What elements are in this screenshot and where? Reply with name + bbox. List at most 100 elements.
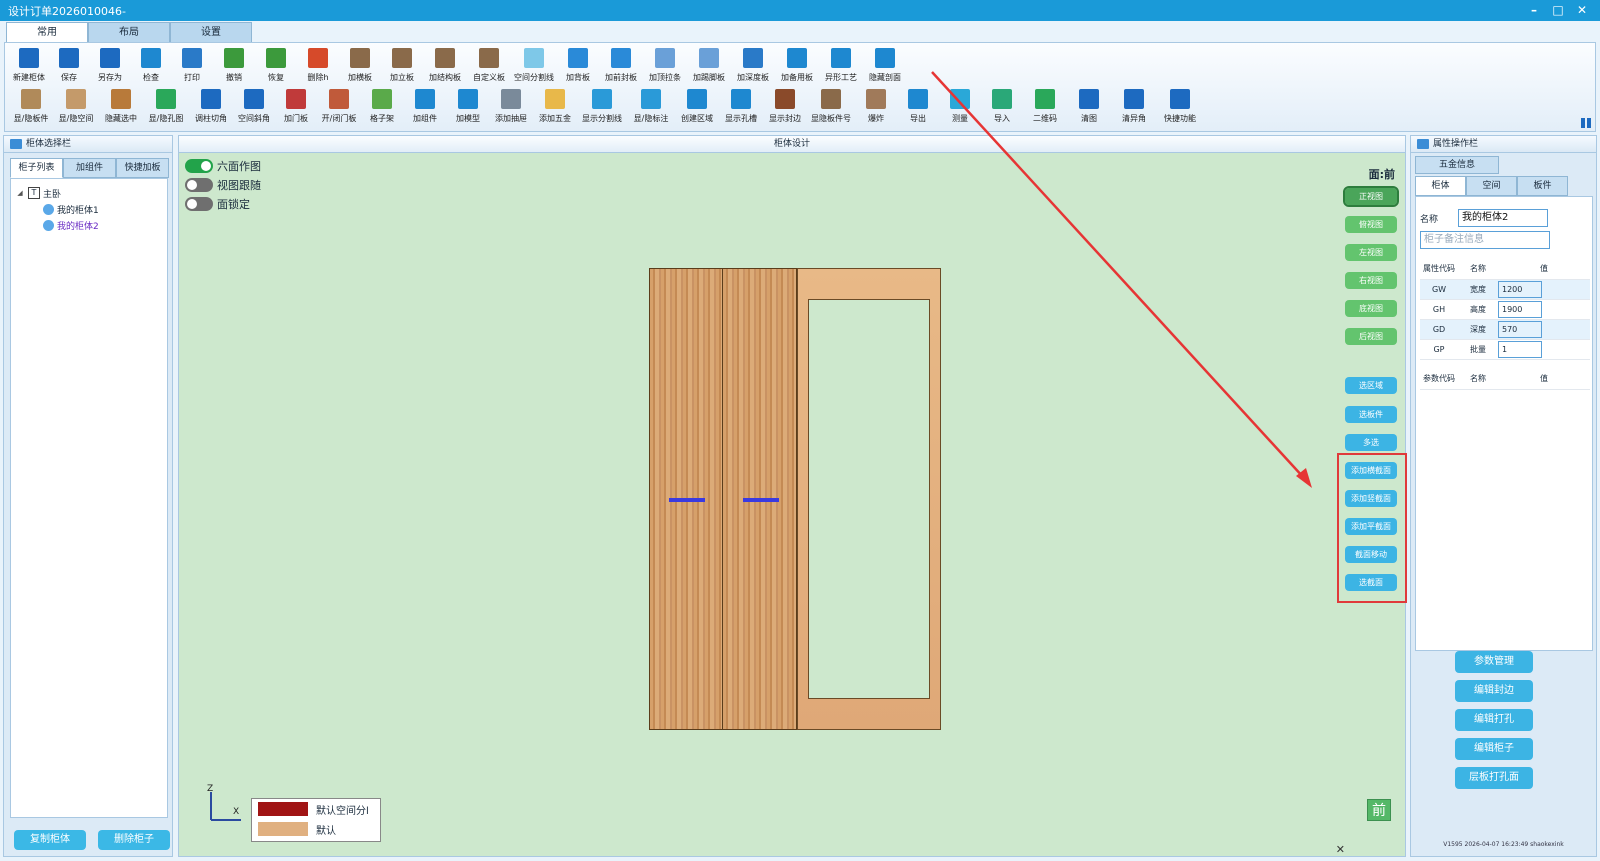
door-right[interactable]: [722, 268, 797, 730]
attr-value-cell[interactable]: 570: [1498, 319, 1590, 340]
table-row[interactable]: GD 深度 570: [1420, 319, 1590, 340]
param-manage-button[interactable]: 参数管理: [1455, 651, 1533, 673]
row1-tool-11[interactable]: 自定义板: [467, 46, 511, 88]
row1-tool-15[interactable]: 加顶拉条: [643, 46, 687, 88]
table-row[interactable]: GW 宽度 1200: [1420, 279, 1590, 300]
tree-item[interactable]: 我的柜体1: [15, 201, 163, 217]
minimize-button[interactable]: –: [1522, 0, 1546, 21]
cabinet-model[interactable]: [649, 268, 941, 730]
row2-tool-10[interactable]: 加模型: [447, 87, 489, 129]
edit-cabinet-button[interactable]: 编辑柜子: [1455, 738, 1533, 760]
row2-tool-7[interactable]: 开/闭门板: [317, 87, 361, 129]
select-board-button[interactable]: 选板件: [1345, 406, 1397, 423]
toggle-six-face[interactable]: 六面作图: [185, 156, 261, 175]
row2-tool-19[interactable]: 爆炸: [855, 87, 897, 129]
row2-tool-14[interactable]: 显/隐标注: [627, 87, 675, 129]
view-cube-front[interactable]: 前: [1367, 799, 1391, 821]
toggle-view-follow[interactable]: 视图跟随: [185, 175, 261, 194]
row2-tool-17[interactable]: 显示封边: [763, 87, 807, 129]
top-view-button[interactable]: 俯视图: [1345, 216, 1397, 233]
shelf-drill-face-button[interactable]: 层板打孔面: [1455, 767, 1533, 789]
row1-tool-5[interactable]: 撤销: [213, 46, 255, 88]
right-view-button[interactable]: 右视图: [1345, 272, 1397, 289]
row2-tool-6[interactable]: 加门板: [275, 87, 317, 129]
row2-tool-25[interactable]: 清异角: [1111, 87, 1157, 129]
row1-tool-18[interactable]: 加备用板: [775, 46, 819, 88]
row2-tool-9[interactable]: 加组件: [403, 87, 447, 129]
row2-tool-15[interactable]: 创建区域: [675, 87, 719, 129]
row1-tool-16[interactable]: 加踢脚板: [687, 46, 731, 88]
edit-edge-button[interactable]: 编辑封边: [1455, 680, 1533, 702]
multi-select-button[interactable]: 多选: [1345, 434, 1397, 451]
tab-layout[interactable]: 布局: [88, 22, 170, 43]
tab-common[interactable]: 常用: [6, 22, 88, 43]
back-view-button[interactable]: 后视图: [1345, 328, 1397, 345]
edit-drill-button[interactable]: 编辑打孔: [1455, 709, 1533, 731]
name-input[interactable]: 我的柜体2: [1458, 209, 1548, 227]
row1-tool-10[interactable]: 加结构板: [423, 46, 467, 88]
row1-tool-2[interactable]: 另存为: [89, 46, 131, 88]
row2-tool-4[interactable]: 调柱切角: [189, 87, 233, 129]
row2-tool-23[interactable]: 二维码: [1023, 87, 1067, 129]
copy-cabinet-button[interactable]: 复制柜体: [14, 830, 86, 850]
toggle-switch[interactable]: [185, 196, 213, 211]
row2-tool-0[interactable]: 显/隐板件: [9, 87, 53, 129]
row1-tool-12[interactable]: 空间分割线: [511, 46, 557, 88]
row1-tool-7[interactable]: 删除h: [297, 46, 339, 88]
door-left[interactable]: [649, 268, 723, 730]
row1-tool-4[interactable]: 打印: [171, 46, 213, 88]
delete-cabinet-button[interactable]: 删除柜子: [98, 830, 170, 850]
collapse-caret-icon[interactable]: ◢: [15, 189, 25, 197]
row2-tool-13[interactable]: 显示分割线: [577, 87, 627, 129]
select-region-button[interactable]: 选区域: [1345, 377, 1397, 394]
left-view-button[interactable]: 左视图: [1345, 244, 1397, 261]
row2-tool-12[interactable]: 添加五金: [533, 87, 577, 129]
row1-tool-3[interactable]: 检查: [131, 46, 171, 88]
tab-cabinet[interactable]: 柜体: [1415, 176, 1466, 196]
tab-cabinet-list[interactable]: 柜子列表: [10, 158, 63, 178]
table-row[interactable]: GP 批量 1: [1420, 339, 1590, 360]
row2-tool-18[interactable]: 显隐板件号: [807, 87, 855, 129]
toggle-switch[interactable]: [185, 177, 213, 192]
row2-tool-22[interactable]: 导入: [981, 87, 1023, 129]
front-view-button[interactable]: 正视图: [1343, 186, 1399, 207]
attr-value[interactable]: 570: [1498, 320, 1542, 338]
design-canvas[interactable]: 柜体设计 六面作图 视图跟随 面锁定 面:前 正视图 俯视图 左视图 右视图 底…: [178, 135, 1407, 857]
attr-value-cell[interactable]: 1: [1498, 339, 1590, 360]
row1-tool-13[interactable]: 加背板: [557, 46, 599, 88]
row1-tool-19[interactable]: 异形工艺: [819, 46, 863, 88]
row2-tool-1[interactable]: 显/隐空间: [53, 87, 99, 129]
attr-value[interactable]: 1200: [1498, 280, 1542, 298]
row2-tool-16[interactable]: 显示孔槽: [719, 87, 763, 129]
row2-tool-26[interactable]: 快捷功能: [1157, 87, 1203, 129]
tab-board[interactable]: 板件: [1517, 176, 1568, 196]
tab-quick-add-board[interactable]: 快捷加板: [116, 158, 169, 178]
row1-tool-0[interactable]: 新建柜体: [9, 46, 49, 88]
attr-value-cell[interactable]: 1200: [1498, 279, 1590, 300]
tree-item-selected[interactable]: 我的柜体2: [15, 217, 163, 233]
row2-tool-3[interactable]: 显/隐孔图: [143, 87, 189, 129]
toggle-switch[interactable]: [185, 158, 213, 173]
close-icon[interactable]: ✕: [1336, 843, 1345, 856]
row2-tool-5[interactable]: 空间斜角: [233, 87, 275, 129]
row1-tool-20[interactable]: 隐藏剖面: [863, 46, 907, 88]
row2-tool-2[interactable]: 隐藏选中: [99, 87, 143, 129]
bottom-view-button[interactable]: 底视图: [1345, 300, 1397, 317]
cabinet-open-frame[interactable]: [797, 268, 941, 730]
attr-value-cell[interactable]: 1900: [1498, 299, 1590, 320]
grid-icon[interactable]: [1581, 118, 1591, 128]
row2-tool-24[interactable]: 清图: [1067, 87, 1111, 129]
row1-tool-1[interactable]: 保存: [49, 46, 89, 88]
remark-input[interactable]: 柜子备注信息: [1420, 231, 1550, 249]
maximize-button[interactable]: □: [1546, 0, 1570, 21]
row1-tool-6[interactable]: 恢复: [255, 46, 297, 88]
toggle-face-lock[interactable]: 面锁定: [185, 194, 261, 213]
row1-tool-9[interactable]: 加立板: [381, 46, 423, 88]
row2-tool-11[interactable]: 添加抽屉: [489, 87, 533, 129]
tab-settings[interactable]: 设置: [170, 22, 252, 43]
tab-add-component[interactable]: 加组件: [63, 158, 116, 178]
attr-value[interactable]: 1: [1498, 340, 1542, 358]
tab-space[interactable]: 空间: [1466, 176, 1517, 196]
row1-tool-17[interactable]: 加深度板: [731, 46, 775, 88]
row2-tool-20[interactable]: 导出: [897, 87, 939, 129]
